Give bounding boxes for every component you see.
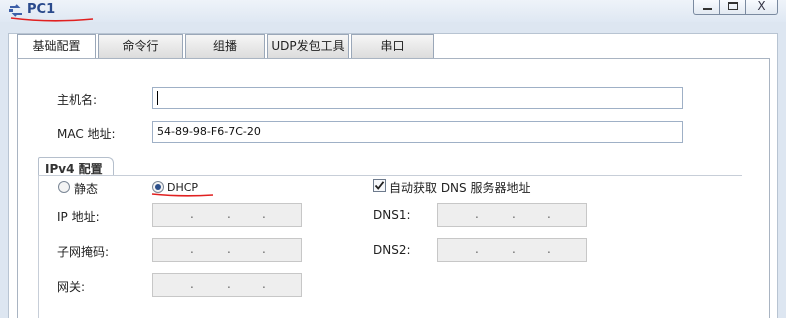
subnet-mask-label: 子网掩码:	[57, 245, 110, 259]
ip-separator: .	[190, 242, 194, 256]
gateway-field[interactable]: . . .	[152, 273, 302, 297]
static-label[interactable]: 静态	[74, 180, 98, 197]
auto-dns-label[interactable]: 自动获取 DNS 服务器地址	[389, 179, 530, 196]
ip-separator: .	[547, 207, 551, 221]
minimize-button[interactable]	[693, 0, 720, 15]
dns1-label: DNS1:	[373, 208, 411, 222]
close-button[interactable]: X	[745, 0, 778, 15]
dns2-field[interactable]: . . .	[437, 238, 587, 262]
checkmark-icon	[374, 181, 385, 190]
ip-separator: .	[475, 242, 479, 256]
minimize-icon	[703, 8, 712, 10]
ip-separator: .	[262, 207, 266, 221]
red-annotation-underline	[10, 17, 94, 22]
gateway-label: 网关:	[57, 280, 86, 294]
ip-separator: .	[475, 207, 479, 221]
dns2-label: DNS2:	[373, 243, 411, 257]
mac-field[interactable]: 54-89-98-F6-7C-20	[152, 121, 683, 143]
tab-multicast[interactable]: 组播	[185, 34, 265, 58]
ip-separator: .	[190, 277, 194, 291]
ip-label: IP 地址:	[57, 210, 100, 224]
ip-separator: .	[512, 242, 516, 256]
dns1-field[interactable]: . . .	[437, 203, 587, 227]
hostname-input[interactable]	[152, 87, 683, 109]
close-icon: X	[757, 0, 766, 13]
tab-bar: 基础配置 命令行 组播 UDP发包工具 串口	[17, 34, 436, 59]
ip-separator: .	[512, 207, 516, 221]
ipv4-group-title: IPv4 配置	[45, 162, 103, 176]
ip-separator: .	[227, 207, 231, 221]
group-divider	[38, 175, 742, 176]
tab-udp-tool[interactable]: UDP发包工具	[267, 34, 349, 58]
ip-separator: .	[262, 242, 266, 256]
radio-selected-dot	[155, 184, 161, 190]
mac-label: MAC 地址:	[57, 127, 116, 141]
ip-separator: .	[190, 207, 194, 221]
maximize-button[interactable]	[719, 0, 746, 15]
window-controls: X	[693, 0, 778, 15]
title-bar: PC1 X	[0, 0, 786, 22]
tab-command-line[interactable]: 命令行	[98, 34, 183, 58]
ip-address-field[interactable]: . . .	[152, 203, 302, 227]
tab-basic-config[interactable]: 基础配置	[17, 34, 96, 59]
group-border	[38, 175, 39, 318]
ip-separator: .	[227, 242, 231, 256]
maximize-icon	[728, 2, 738, 10]
hostname-label: 主机名:	[57, 93, 98, 107]
window-title: PC1	[27, 2, 56, 17]
red-annotation-underline-dhcp	[151, 193, 214, 197]
static-radio[interactable]	[58, 181, 70, 193]
tab-serial[interactable]: 串口	[351, 34, 434, 58]
ip-separator: .	[262, 277, 266, 291]
ip-separator: .	[547, 242, 551, 256]
text-cursor	[157, 91, 158, 105]
ip-separator: .	[227, 277, 231, 291]
subnet-mask-field[interactable]: . . .	[152, 238, 302, 262]
auto-dns-checkbox[interactable]	[373, 179, 386, 192]
